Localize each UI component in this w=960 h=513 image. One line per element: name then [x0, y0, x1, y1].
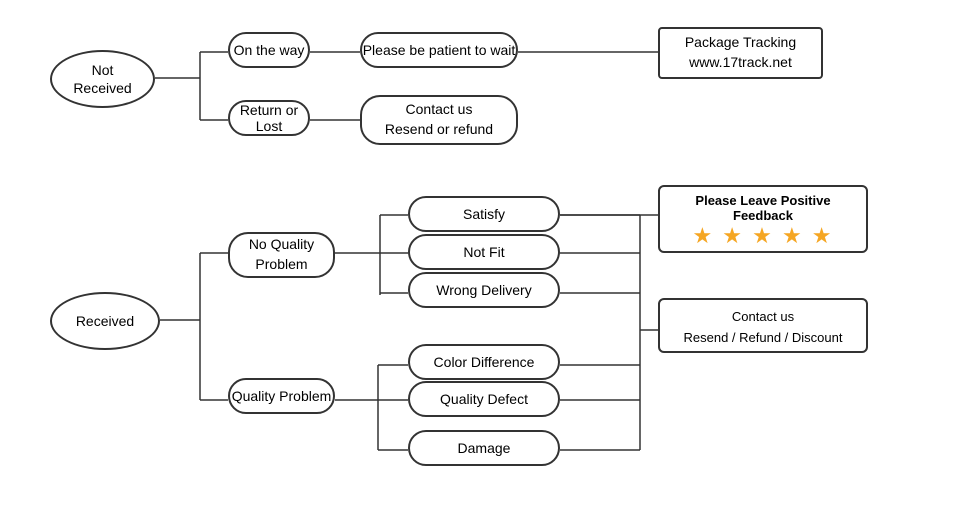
color-difference-node: Color Difference	[408, 344, 560, 380]
quality-defect-label: Quality Defect	[440, 391, 528, 407]
no-quality-problem-node: No Quality Problem	[228, 232, 335, 278]
not-fit-label: Not Fit	[463, 244, 504, 260]
patient-wait-label: Please be patient to wait	[363, 42, 516, 58]
return-lost-label: Return or Lost	[230, 102, 308, 134]
stars-rating: ★ ★ ★ ★ ★	[670, 223, 856, 249]
contact-resend-refund-discount-box: Contact us Resend / Refund / Discount	[658, 298, 868, 353]
wrong-delivery-label: Wrong Delivery	[436, 282, 531, 298]
on-the-way-label: On the way	[234, 42, 305, 58]
satisfy-node: Satisfy	[408, 196, 560, 232]
return-lost-node: Return or Lost	[228, 100, 310, 136]
damage-label: Damage	[458, 440, 511, 456]
patient-wait-node: Please be patient to wait	[360, 32, 518, 68]
not-fit-node: Not Fit	[408, 234, 560, 270]
not-received-node: Not Received	[50, 50, 155, 108]
quality-problem-label: Quality Problem	[232, 388, 332, 404]
feedback-box: Please Leave Positive Feedback ★ ★ ★ ★ ★	[658, 185, 868, 253]
no-quality-problem-label: No Quality Problem	[249, 235, 314, 274]
received-node: Received	[50, 292, 160, 350]
package-tracking-node: Package Tracking www.17track.net	[658, 27, 823, 79]
contact-discount-label: Contact us Resend / Refund / Discount	[684, 309, 843, 345]
received-label: Received	[76, 313, 134, 329]
package-tracking-label: Package Tracking www.17track.net	[685, 33, 796, 72]
color-difference-label: Color Difference	[434, 354, 535, 370]
quality-problem-node: Quality Problem	[228, 378, 335, 414]
contact-resend-refund-node: Contact us Resend or refund	[360, 95, 518, 145]
not-received-label: Not Received	[73, 61, 131, 97]
on-the-way-node: On the way	[228, 32, 310, 68]
contact-resend-refund-label: Contact us Resend or refund	[385, 100, 493, 139]
feedback-title: Please Leave Positive Feedback	[670, 193, 856, 223]
wrong-delivery-node: Wrong Delivery	[408, 272, 560, 308]
satisfy-label: Satisfy	[463, 206, 505, 222]
quality-defect-node: Quality Defect	[408, 381, 560, 417]
damage-node: Damage	[408, 430, 560, 466]
